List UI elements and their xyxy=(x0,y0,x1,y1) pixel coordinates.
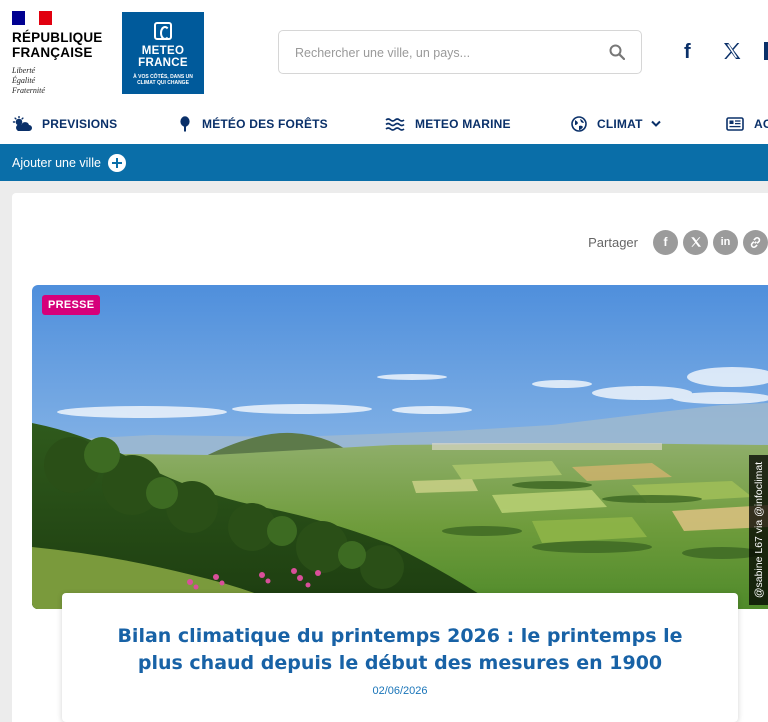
globe-icon xyxy=(571,116,587,132)
nav-item-previsions[interactable]: PREVISIONS xyxy=(12,104,117,144)
motto-liberte: Liberté xyxy=(12,66,36,75)
share-label: Partager xyxy=(588,234,638,250)
site-header: RÉPUBLIQUE FRANÇAISE Liberté Égalité Fra… xyxy=(0,0,768,104)
add-city-button[interactable]: Ajouter une ville xyxy=(12,144,126,181)
social-icon-partial[interactable] xyxy=(764,42,768,60)
nav-item-actualites[interactable]: AC xyxy=(726,104,768,144)
motto-egalite: Égalité xyxy=(12,76,36,85)
nav-label-previsions: PREVISIONS xyxy=(42,117,118,131)
republique-francaise-logo[interactable]: RÉPUBLIQUE FRANÇAISE Liberté Égalité Fra… xyxy=(12,11,112,101)
article-date: 02/06/2026 xyxy=(372,685,428,697)
republique-francaise-title: RÉPUBLIQUE FRANÇAISE xyxy=(12,30,103,60)
article-title-box[interactable]: Bilan climatique du printemps 2026 : le … xyxy=(62,593,738,722)
mf-name-line1: METEO xyxy=(141,45,185,57)
motto-fraternite: Fraternité xyxy=(12,86,45,95)
meteo-france-tagline: À VOS CÔTÉS, DANS UN CLIMAT QUI CHANGE xyxy=(133,74,193,86)
meteo-france-logo[interactable]: METEO FRANCE À VOS CÔTÉS, DANS UN CLIMAT… xyxy=(122,12,204,94)
x-icon[interactable] xyxy=(683,229,708,255)
article-title[interactable]: Bilan climatique du printemps 2026 : le … xyxy=(92,623,708,677)
x-icon[interactable] xyxy=(722,41,742,61)
meteo-france-name: METEO FRANCE xyxy=(122,45,204,69)
link-icon[interactable] xyxy=(743,229,768,255)
city-bar: Ajouter une ville xyxy=(0,144,768,181)
plus-circle-icon xyxy=(107,153,126,172)
nav-label-climat: CLIMAT xyxy=(597,117,643,131)
category-badge[interactable]: PRESSE xyxy=(42,295,101,315)
news-icon xyxy=(726,117,744,131)
tree-icon xyxy=(180,116,190,132)
chevron-down-icon[interactable] xyxy=(650,120,661,128)
photo-credit-text: @sabine L67 via @infoclimat xyxy=(752,461,765,599)
main-navigation: PREVISIONS MÉTÉO DES FORÊTS METEO MARINE… xyxy=(0,104,768,144)
facebook-icon[interactable]: f xyxy=(684,42,691,62)
rf-title-line1: RÉPUBLIQUE xyxy=(12,30,103,45)
linkedin-icon[interactable]: in xyxy=(713,229,738,255)
landscape-photo xyxy=(32,285,768,609)
nav-label-meteo-marine: METEO MARINE xyxy=(415,117,511,131)
facebook-icon[interactable]: f xyxy=(653,229,678,255)
nav-label-meteo-forets: MÉTÉO DES FORÊTS xyxy=(202,117,328,131)
rf-title-line2: FRANÇAISE xyxy=(12,45,93,60)
nav-item-climat[interactable]: CLIMAT xyxy=(571,104,661,144)
meteo-france-mark-icon xyxy=(154,22,172,40)
nav-item-meteo-marine[interactable]: METEO MARINE xyxy=(385,104,511,144)
photo-credit: @sabine L67 via @infoclimat xyxy=(749,455,768,605)
waves-icon xyxy=(385,118,405,131)
article-hero-image[interactable]: PRESSE @sabine L67 via @infoclimat xyxy=(32,285,768,609)
nav-item-meteo-forets[interactable]: MÉTÉO DES FORÊTS xyxy=(178,104,328,144)
french-flag-icon xyxy=(12,11,52,25)
cloud-sun-icon xyxy=(12,116,32,131)
nav-label-actualites: AC xyxy=(754,117,768,131)
search-icon[interactable] xyxy=(609,44,625,60)
search-box[interactable] xyxy=(278,30,642,74)
search-input[interactable] xyxy=(293,41,597,65)
mf-name-line2: FRANCE xyxy=(138,57,188,69)
add-city-label: Ajouter une ville xyxy=(12,155,101,170)
republic-motto: Liberté Égalité Fraternité xyxy=(12,66,45,96)
share-bar: Partager f in xyxy=(588,229,768,255)
